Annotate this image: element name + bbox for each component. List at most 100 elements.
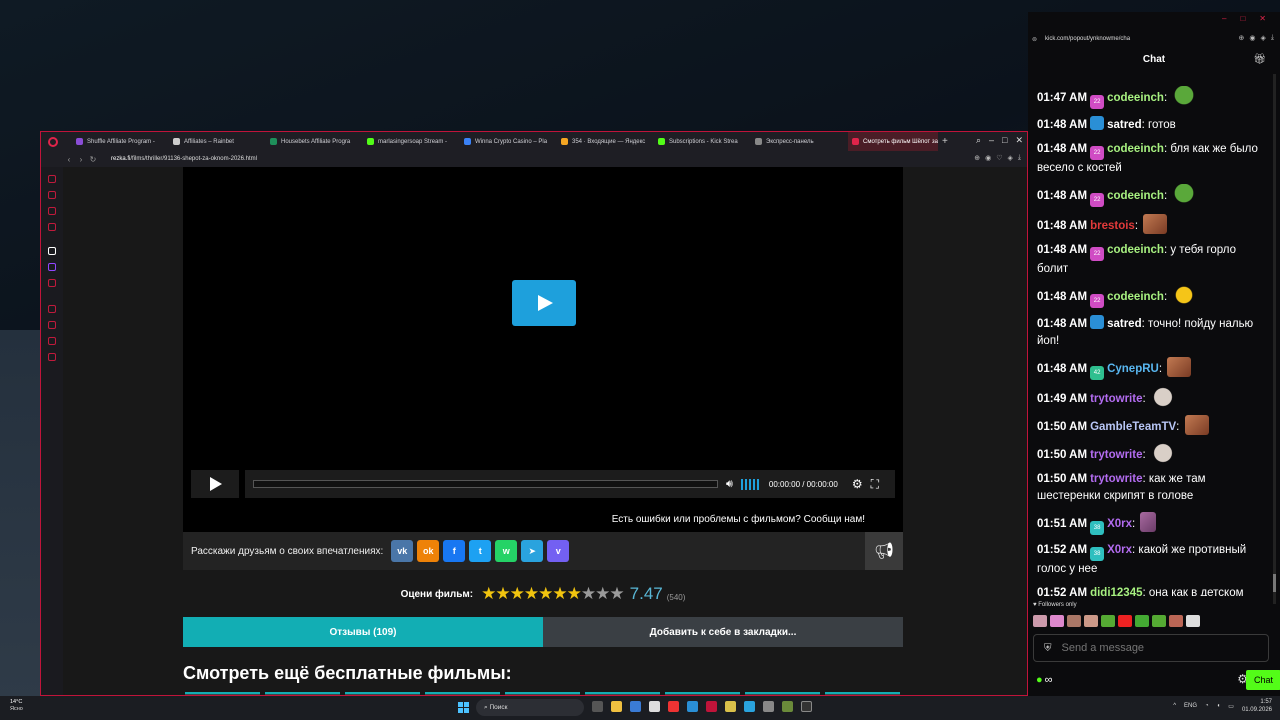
browser-tab[interactable]: Housebets Affiliate Progra [266,132,363,151]
reviews-button[interactable]: Отзывы (109) [183,617,543,647]
sidebar-home-icon[interactable] [48,175,56,183]
volume-icon[interactable]: 🔊︎ [726,478,733,491]
volume-slider[interactable] [740,478,759,490]
megaphone-icon[interactable]: 📢︎ [865,532,903,570]
sidebar-messenger-icon[interactable] [48,207,56,215]
emote-icon[interactable] [1184,415,1209,435]
rating-star[interactable]: ★ [495,584,510,604]
yandex-icon[interactable] [668,701,679,712]
sidebar-history-icon[interactable] [48,321,56,329]
rating-star[interactable]: ★ [524,584,539,604]
close-button[interactable]: ✕ [1259,14,1266,23]
chat-send-button[interactable]: Chat [1246,670,1280,690]
message-username[interactable]: brestois [1090,220,1135,232]
clock[interactable]: 1:57 01.09.2026 [1242,698,1272,714]
rating-star[interactable]: ★ [567,584,582,604]
message-username[interactable]: trytowrite [1090,449,1142,461]
bookmark-button[interactable]: Добавить к себе в закладки... [543,617,903,647]
subscriber-badge-icon[interactable]: 22 [1090,294,1105,308]
sidebar-shop-icon[interactable] [48,191,56,199]
message-username[interactable]: trytowrite [1090,393,1142,405]
message-input[interactable] [1061,642,1242,654]
task-view-icon[interactable] [592,701,603,712]
rating-star[interactable]: ★ [481,584,496,604]
camera-icon[interactable]: ◉ [985,154,991,162]
sidebar-add-icon[interactable] [48,305,56,313]
subscriber-badge-icon[interactable]: 42 [1090,366,1105,380]
emote[interactable] [1135,615,1149,627]
zoom-icon[interactable]: ⊕ [1239,34,1245,42]
message-username[interactable]: trytowrite [1090,473,1142,485]
subscriber-badge-icon[interactable]: 22 [1090,146,1105,160]
download-icon[interactable]: ⤓ [1271,34,1274,42]
emote[interactable] [1118,615,1132,627]
browser-tab[interactable]: Экспресс-панель [751,132,848,151]
sidebar-settings-icon[interactable] [48,353,56,361]
report-error-text[interactable]: Есть ошибки или проблемы с фильмом? Сооб… [612,514,865,525]
taskbar-search[interactable]: ⌕ Поиск [476,699,584,716]
telegram-icon[interactable] [744,701,755,712]
rating-star[interactable]: ★ [609,584,624,604]
message-username[interactable]: X0rx [1107,518,1132,530]
message-username[interactable]: codeeinch [1107,190,1164,202]
play-button[interactable] [191,470,239,498]
steam-icon[interactable] [763,701,774,712]
bookmark-icon[interactable]: ♡ [996,154,1002,162]
rating-star[interactable]: ★ [552,584,567,604]
windows-start-icon[interactable] [458,702,469,713]
app-icon[interactable] [725,701,736,712]
close-button[interactable]: ✕ [1015,135,1023,146]
gift-icon[interactable]: 🎁︎ [1253,54,1266,65]
rating-star[interactable]: ★ [538,584,553,604]
chrome-icon[interactable] [649,701,660,712]
subscriber-badge-icon[interactable] [1090,315,1105,329]
opera-gx-icon[interactable] [706,701,717,712]
explorer-icon[interactable] [611,701,622,712]
maximize-button[interactable]: □ [1002,135,1007,146]
emote-icon[interactable] [1150,443,1175,463]
sidebar-music-icon[interactable] [48,223,56,231]
volume-icon[interactable]: ◖ [1217,703,1221,709]
forward-button[interactable]: › [75,155,87,164]
emote-icon[interactable] [1172,86,1197,106]
message-username[interactable]: djdj12345 [1090,587,1142,596]
emote[interactable] [1169,615,1183,627]
sidebar-tag-icon[interactable] [48,337,56,345]
rating-stars[interactable]: ★ ★ ★ ★ ★ ★ ★ ★ ★ ★ [481,584,625,604]
chat-scrollbar[interactable] [1273,74,1276,604]
message-username[interactable]: codeeinch [1107,92,1164,104]
emote[interactable] [1033,615,1047,627]
ok-share-icon[interactable]: ok [417,540,440,562]
sidebar-kick-icon[interactable] [48,247,56,255]
message-username[interactable]: codeeinch [1107,244,1164,256]
new-tab-button[interactable]: + [942,136,948,147]
browser-tab[interactable]: Winna Crypto Casino – Pla [460,132,557,151]
subscriber-badge-icon[interactable] [1090,116,1105,130]
battery-icon[interactable]: ▭ [1228,703,1234,710]
camera-icon[interactable]: ◉ [1249,34,1255,42]
facebook-share-icon[interactable]: f [443,540,466,562]
minimize-button[interactable]: – [1222,14,1226,23]
browser-tab[interactable]: Смотреть фильм Шёпот за [848,132,938,151]
extensions-icon[interactable]: ◈ [1261,34,1266,42]
app-icon[interactable] [801,701,812,712]
progress-bar[interactable] [253,480,718,488]
video-player[interactable]: 🔊︎ 00:00:00 / 00:00:00 ⚙ ⛶ Есть ошибки и… [183,167,903,532]
browser-tab[interactable]: Shuffle Affiliate Program - [72,132,169,151]
subscriber-badge-icon[interactable]: 22 [1090,193,1105,207]
emote[interactable] [1152,615,1166,627]
search-tabs-icon[interactable]: ⌕ [976,135,981,146]
download-icon[interactable]: ⤓ [1018,154,1021,162]
emote[interactable] [1067,615,1081,627]
message-username[interactable]: satred [1107,318,1142,330]
language-indicator[interactable]: ENG [1184,703,1197,709]
browser-tab[interactable]: Affiliates – Rainbet [169,132,266,151]
zoom-icon[interactable]: ⊕ [974,154,980,162]
sidebar-twitch-icon[interactable] [48,263,56,271]
emote-icon[interactable] [1167,357,1192,377]
telegram-share-icon[interactable]: ➤ [521,540,544,562]
sidebar-percent-icon[interactable] [48,279,56,287]
browser-tab[interactable]: Subscriptions - Kick Strea [654,132,751,151]
subscriber-badge-icon[interactable]: 38 [1090,521,1105,535]
browser-tab[interactable]: 354 · Входящие — Яндекс [557,132,654,151]
